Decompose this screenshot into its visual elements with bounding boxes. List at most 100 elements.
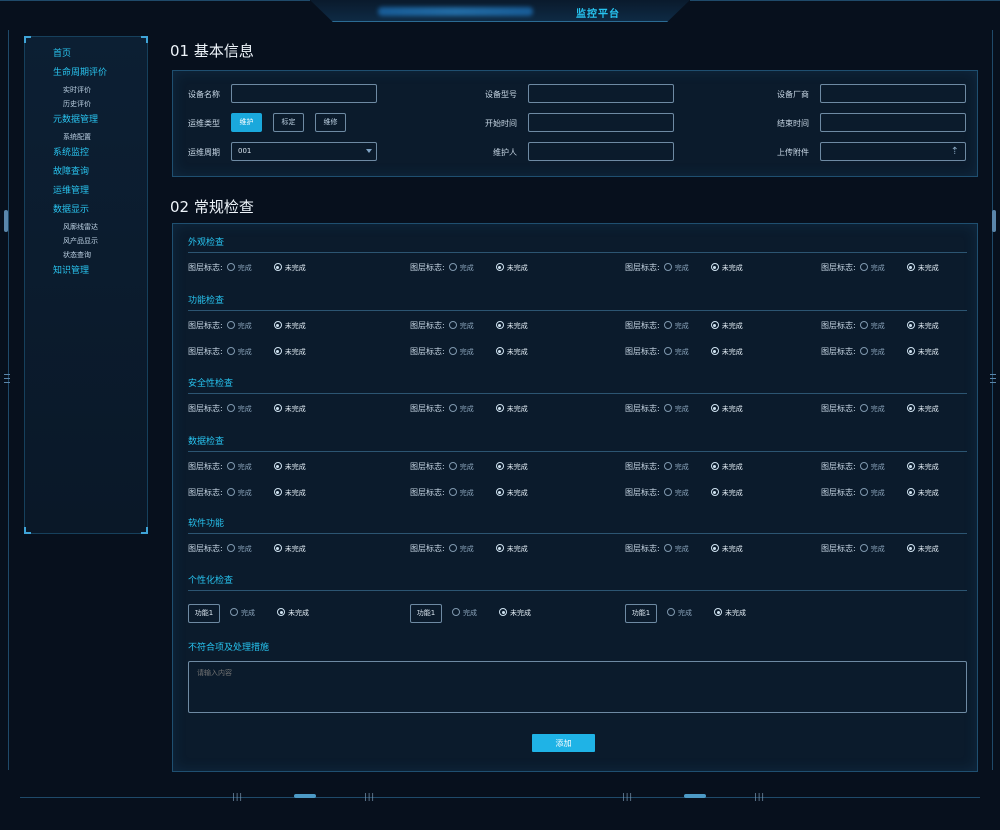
radio-undone[interactable] <box>710 263 719 271</box>
radio-undone[interactable] <box>710 544 719 552</box>
device-model-input[interactable] <box>528 84 674 103</box>
radio-done[interactable] <box>859 347 868 355</box>
radio-done[interactable] <box>663 488 672 496</box>
sidebar-item-home[interactable]: 首页 <box>53 45 107 64</box>
radio-undone[interactable] <box>710 347 719 355</box>
radio-undone[interactable] <box>273 404 282 412</box>
check-item: 图层标志: 完成 未完成 <box>410 262 528 274</box>
radio-done[interactable] <box>663 347 672 355</box>
sidebar-item-realtime[interactable]: 实时评价 <box>53 83 107 97</box>
radio-undone[interactable] <box>495 488 504 496</box>
option-undone: 未完成 <box>721 322 743 330</box>
check-label: 图层标志: <box>188 321 223 330</box>
radio-undone[interactable] <box>273 347 282 355</box>
function-button[interactable]: 功能1 <box>410 604 442 623</box>
radio-done[interactable] <box>663 404 672 412</box>
radio-done[interactable] <box>859 544 868 552</box>
sidebar-item-fault-query[interactable]: 故障查询 <box>53 163 107 182</box>
radio-done[interactable] <box>452 608 460 616</box>
radio-undone[interactable] <box>906 544 915 552</box>
radio-done[interactable] <box>226 462 235 470</box>
radio-undone[interactable] <box>495 321 504 329</box>
vendor-input[interactable] <box>820 84 966 103</box>
radio-done[interactable] <box>663 321 672 329</box>
radio-done[interactable] <box>859 404 868 412</box>
radio-done[interactable] <box>667 608 675 616</box>
start-time-input[interactable] <box>528 113 674 132</box>
sidebar-item-monitoring[interactable]: 系统监控 <box>53 144 107 163</box>
radio-done[interactable] <box>859 321 868 329</box>
radio-done[interactable] <box>226 263 235 271</box>
radio-done[interactable] <box>448 321 457 329</box>
radio-undone[interactable] <box>710 488 719 496</box>
sidebar-item-ops[interactable]: 运维管理 <box>53 182 107 201</box>
sidebar-item-wind-product[interactable]: 风产品显示 <box>53 234 107 248</box>
right-dash <box>990 378 996 379</box>
sidebar-item-history[interactable]: 历史评价 <box>53 97 107 111</box>
radio-done[interactable] <box>448 544 457 552</box>
radio-undone[interactable] <box>495 462 504 470</box>
period-select[interactable]: 001 <box>231 142 377 161</box>
radio-done[interactable] <box>859 488 868 496</box>
radio-undone[interactable] <box>273 321 282 329</box>
function-button[interactable]: 功能1 <box>625 604 657 623</box>
sidebar-item-metadata[interactable]: 元数据管理 <box>53 111 107 130</box>
radio-undone[interactable] <box>710 462 719 470</box>
radio-done[interactable] <box>448 347 457 355</box>
radio-undone[interactable] <box>273 462 282 470</box>
radio-done[interactable] <box>859 462 868 470</box>
radio-done[interactable] <box>859 263 868 271</box>
right-scroll-handle[interactable] <box>992 210 996 232</box>
left-scroll-handle[interactable] <box>4 210 8 232</box>
issue-textarea[interactable] <box>188 661 967 713</box>
end-time-input[interactable] <box>820 113 966 132</box>
sidebar-item-radar[interactable]: 风廓线雷达 <box>53 220 107 234</box>
upload-icon[interactable]: ⇡ <box>951 146 959 157</box>
sidebar-item-data-display[interactable]: 数据显示 <box>53 201 107 220</box>
radio-done[interactable] <box>226 544 235 552</box>
check-label: 图层标志: <box>188 544 223 553</box>
radio-done[interactable] <box>448 488 457 496</box>
sidebar-item-knowledge[interactable]: 知识管理 <box>53 262 107 281</box>
radio-undone[interactable] <box>906 404 915 412</box>
radio-undone[interactable] <box>906 263 915 271</box>
type-maintain-button[interactable]: 维护 <box>231 113 262 132</box>
radio-undone[interactable] <box>495 347 504 355</box>
radio-done[interactable] <box>226 321 235 329</box>
radio-undone[interactable] <box>906 321 915 329</box>
radio-done[interactable] <box>226 404 235 412</box>
radio-done[interactable] <box>448 462 457 470</box>
radio-undone[interactable] <box>710 404 719 412</box>
attachment-upload[interactable]: ⇡ <box>820 142 966 161</box>
radio-undone[interactable] <box>273 263 282 271</box>
maintainer-input[interactable] <box>528 142 674 161</box>
radio-undone[interactable] <box>714 608 722 616</box>
radio-done[interactable] <box>226 488 235 496</box>
type-calibrate-button[interactable]: 标定 <box>273 113 304 132</box>
device-name-input[interactable] <box>231 84 377 103</box>
radio-done[interactable] <box>663 462 672 470</box>
radio-undone[interactable] <box>710 321 719 329</box>
radio-done[interactable] <box>663 544 672 552</box>
add-button[interactable]: 添加 <box>532 734 595 752</box>
radio-undone[interactable] <box>906 488 915 496</box>
radio-done[interactable] <box>448 404 457 412</box>
radio-undone[interactable] <box>273 488 282 496</box>
sidebar-item-status[interactable]: 状态查询 <box>53 248 107 262</box>
sidebar-item-system-config[interactable]: 系统配置 <box>53 130 107 144</box>
radio-undone[interactable] <box>273 544 282 552</box>
radio-undone[interactable] <box>277 608 285 616</box>
radio-undone[interactable] <box>906 347 915 355</box>
radio-done[interactable] <box>226 347 235 355</box>
function-button[interactable]: 功能1 <box>188 604 220 623</box>
sidebar-item-lifecycle[interactable]: 生命周期评价 <box>53 64 107 83</box>
radio-done[interactable] <box>663 263 672 271</box>
radio-undone[interactable] <box>495 544 504 552</box>
radio-undone[interactable] <box>499 608 507 616</box>
radio-done[interactable] <box>448 263 457 271</box>
type-repair-button[interactable]: 维修 <box>315 113 346 132</box>
radio-undone[interactable] <box>495 404 504 412</box>
radio-undone[interactable] <box>906 462 915 470</box>
radio-undone[interactable] <box>495 263 504 271</box>
radio-done[interactable] <box>230 608 238 616</box>
